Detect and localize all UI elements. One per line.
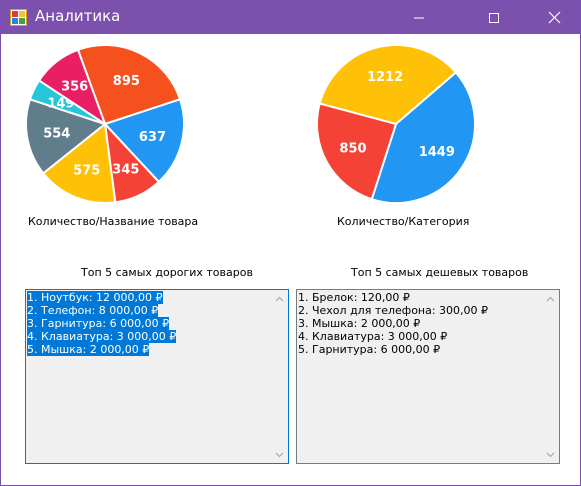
vertical-scrollbar[interactable] bbox=[542, 290, 559, 463]
app-icon bbox=[10, 9, 27, 26]
chart-caption-product: Количество/Название товара bbox=[28, 215, 199, 228]
minimize-icon bbox=[414, 17, 424, 18]
category-pie-data-label: 1212 bbox=[367, 70, 403, 85]
list-item[interactable]: 2. Телефон: 8 000,00 ₽ bbox=[27, 304, 270, 317]
scroll-track[interactable] bbox=[272, 307, 287, 446]
vertical-scrollbar[interactable] bbox=[271, 290, 288, 463]
scroll-down-button[interactable] bbox=[542, 446, 559, 463]
list-item[interactable]: 1. Ноутбук: 12 000,00 ₽ bbox=[27, 291, 270, 304]
category-pie-data-label: 1449 bbox=[419, 145, 455, 160]
close-icon bbox=[548, 11, 560, 24]
list-item[interactable]: 2. Чехол для телефона: 300,00 ₽ bbox=[298, 304, 541, 317]
list-item[interactable]: 5. Гарнитура: 6 000,00 ₽ bbox=[298, 343, 541, 356]
expensive-products-list[interactable]: 1. Ноутбук: 12 000,00 ₽ 2. Телефон: 8 00… bbox=[25, 289, 289, 464]
scroll-down-button[interactable] bbox=[271, 446, 288, 463]
chevron-down-icon bbox=[546, 452, 555, 457]
list-item[interactable]: 4. Клавиатура: 3 000,00 ₽ bbox=[298, 330, 541, 343]
chevron-up-icon bbox=[275, 296, 284, 301]
scroll-up-button[interactable] bbox=[271, 290, 288, 307]
list-item[interactable]: 1. Брелок: 120,00 ₽ bbox=[298, 291, 541, 304]
scroll-up-button[interactable] bbox=[542, 290, 559, 307]
maximize-button[interactable] bbox=[471, 1, 517, 34]
product-pie-data-label: 637 bbox=[139, 130, 166, 145]
chevron-up-icon bbox=[546, 296, 555, 301]
cheap-list-header: Топ 5 самых дешевых товаров bbox=[351, 266, 529, 279]
expensive-list-header: Топ 5 самых дорогих товаров bbox=[81, 266, 253, 279]
scroll-track[interactable] bbox=[543, 307, 558, 446]
list-item[interactable]: 3. Мышка: 2 000,00 ₽ bbox=[298, 317, 541, 330]
close-button[interactable] bbox=[531, 1, 577, 34]
pie-chart-by-category: 1212 1449 850 bbox=[316, 46, 476, 204]
category-pie-data-label: 850 bbox=[339, 141, 366, 156]
maximize-icon bbox=[489, 12, 499, 23]
pie-chart-by-product: 895637345575554149356 bbox=[25, 46, 185, 204]
list-item[interactable]: 5. Мышка: 2 000,00 ₽ bbox=[27, 343, 270, 356]
title-bar[interactable]: Аналитика bbox=[1, 1, 580, 34]
chevron-down-icon bbox=[275, 452, 284, 457]
list-item[interactable]: 4. Клавиатура: 3 000,00 ₽ bbox=[27, 330, 270, 343]
window-title: Аналитика bbox=[35, 7, 121, 25]
list-item[interactable]: 3. Гарнитура: 6 000,00 ₽ bbox=[27, 317, 270, 330]
cheap-products-list[interactable]: 1. Брелок: 120,00 ₽ 2. Чехол для телефон… bbox=[296, 289, 560, 464]
product-pie-data-label: 575 bbox=[73, 163, 100, 178]
product-pie-data-label: 356 bbox=[61, 80, 88, 95]
analytics-window: Аналитика 895 637 345 575 554 149 356 Количест… bbox=[0, 0, 581, 486]
product-pie-data-label: 345 bbox=[112, 162, 139, 177]
product-pie-data-label: 554 bbox=[43, 127, 70, 142]
product-pie-data-label: 895 bbox=[113, 74, 140, 89]
minimize-button[interactable] bbox=[396, 1, 442, 34]
chart-caption-category: Количество/Категория bbox=[337, 215, 470, 228]
